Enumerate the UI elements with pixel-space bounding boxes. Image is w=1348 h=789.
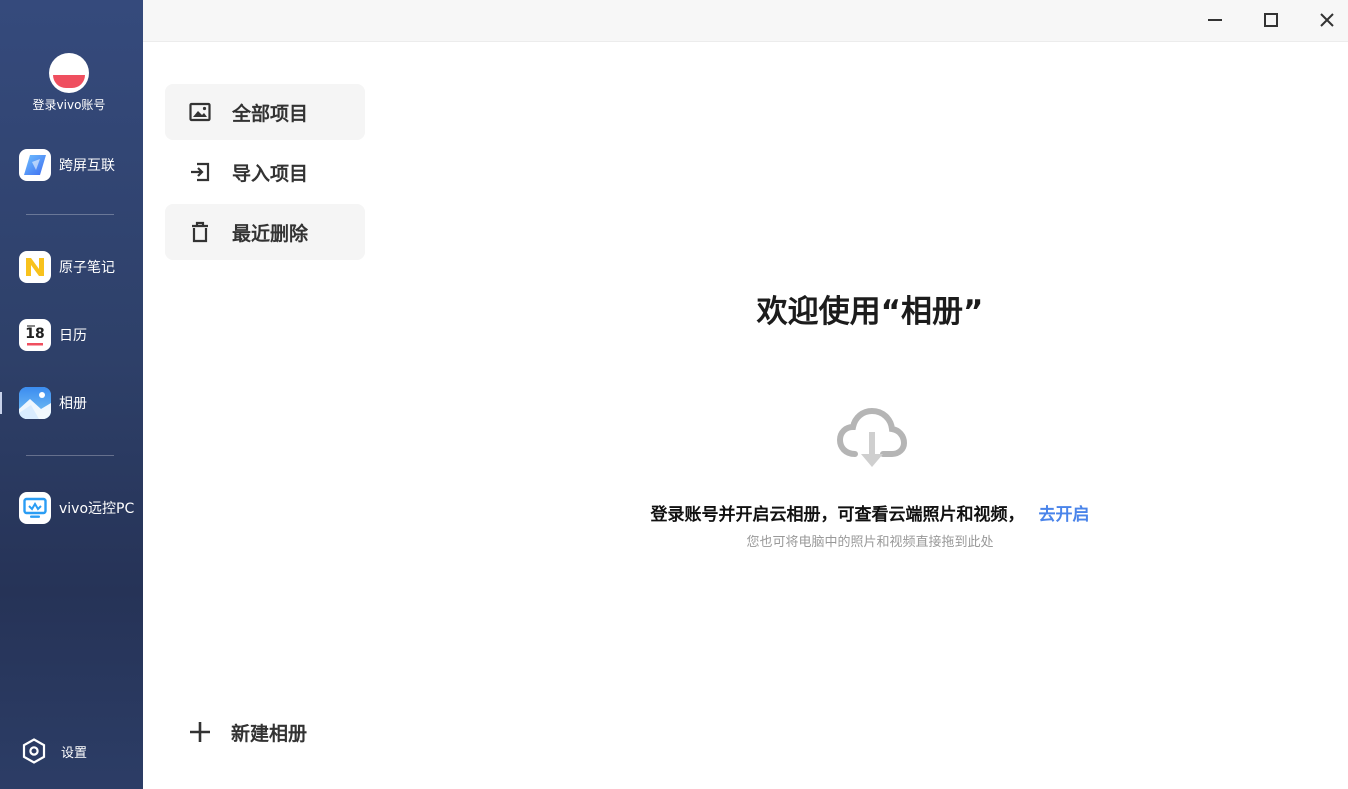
- album-icon: [19, 387, 51, 419]
- nav-item-all-items[interactable]: 全部项目: [165, 84, 365, 140]
- title-bar: [143, 0, 1348, 42]
- sidebar-item-label: 原子笔记: [59, 260, 115, 276]
- sidebar-item-label: 跨屏互联: [59, 158, 115, 174]
- minimize-button[interactable]: [1202, 8, 1228, 32]
- new-album-button[interactable]: 新建相册: [188, 718, 307, 746]
- image-icon: [189, 101, 211, 123]
- welcome-title: 欢迎使用“相册”: [756, 294, 984, 330]
- hint-text: 登录账号并开启云相册，可查看云端照片和视频，: [650, 505, 1025, 525]
- calendar-icon: 18: [19, 319, 51, 351]
- calendar-day-number: 18: [25, 326, 45, 342]
- plus-icon: [190, 722, 210, 742]
- sidebar-item-label: vivo远控PC: [59, 501, 135, 517]
- trash-icon: [189, 221, 211, 243]
- login-account-label[interactable]: 登录vivo账号: [0, 96, 138, 113]
- close-button[interactable]: [1314, 8, 1340, 32]
- sidebar-item-album[interactable]: 相册: [19, 387, 87, 419]
- sidebar-item-label: 日历: [59, 328, 87, 344]
- sidebar-divider: [26, 455, 114, 456]
- sidebar-item-atom-notes[interactable]: 原子笔记: [19, 251, 115, 283]
- sidebar-item-label: 相册: [59, 396, 87, 412]
- nav-item-recently-deleted[interactable]: 最近删除: [165, 204, 365, 260]
- close-icon: [1320, 13, 1334, 27]
- avatar[interactable]: [49, 53, 89, 93]
- import-icon: [189, 161, 211, 183]
- maximize-icon: [1264, 13, 1278, 27]
- sidebar-divider: [26, 214, 114, 215]
- settings-icon: [22, 738, 46, 764]
- nav-item-label: 全部项目: [232, 102, 309, 125]
- drag-drop-hint: 您也可将电脑中的照片和视频直接拖到此处: [746, 535, 994, 550]
- settings-button[interactable]: 设置: [22, 738, 87, 764]
- sidebar-item-cross-screen[interactable]: 跨屏互联: [19, 149, 115, 181]
- sidebar-item-calendar[interactable]: 18 日历: [19, 319, 87, 351]
- sidebar-active-indicator: [0, 392, 2, 414]
- nav-item-label: 最近删除: [232, 222, 309, 245]
- app-sidebar: 登录vivo账号 跨屏互联 原子笔记 18 日历 相册 vivo远控PC 设置: [0, 0, 143, 789]
- cross-screen-icon: [19, 149, 51, 181]
- cloud-download-icon: [836, 407, 908, 472]
- settings-label: 设置: [61, 745, 88, 761]
- remote-pc-icon: [19, 492, 51, 524]
- atom-notes-icon: [19, 251, 51, 283]
- minimize-icon: [1208, 19, 1222, 21]
- sidebar-item-remote-pc[interactable]: vivo远控PC: [19, 492, 134, 524]
- nav-item-label: 导入项目: [232, 162, 309, 185]
- new-album-label: 新建相册: [231, 722, 308, 745]
- nav-item-import[interactable]: 导入项目: [165, 144, 365, 200]
- cloud-album-hint: 登录账号并开启云相册，可查看云端照片和视频， 去开启: [560, 500, 1180, 525]
- maximize-button[interactable]: [1258, 8, 1284, 32]
- enable-cloud-link[interactable]: 去开启: [1039, 505, 1090, 525]
